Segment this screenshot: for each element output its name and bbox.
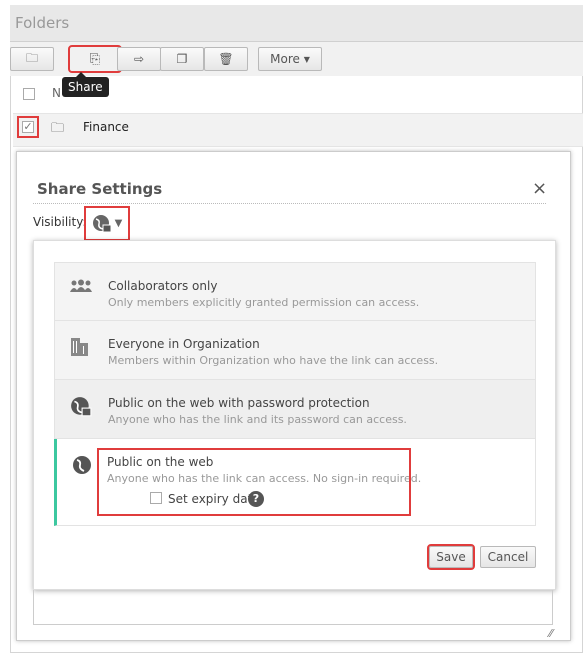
save-button[interactable]: Save bbox=[427, 544, 475, 570]
select-all-checkbox[interactable] bbox=[23, 88, 35, 100]
option-collaborators-only[interactable]: Collaborators only Only members explicitl… bbox=[54, 262, 536, 321]
cancel-button[interactable]: Cancel bbox=[480, 546, 536, 568]
name-column-header[interactable]: N bbox=[52, 86, 61, 100]
move-button[interactable]: ⇨ bbox=[117, 47, 161, 71]
users-icon bbox=[70, 279, 92, 292]
building-icon bbox=[71, 338, 88, 356]
copy-button[interactable]: ❐ bbox=[160, 47, 204, 71]
more-button[interactable]: More ▼ bbox=[258, 47, 322, 71]
dialog-title: Share Settings bbox=[37, 180, 163, 198]
trash-icon: 🗑 bbox=[218, 52, 234, 66]
share-button[interactable]: ⎘ bbox=[68, 45, 122, 73]
panel-title: Folders bbox=[10, 5, 583, 42]
copy-icon: ❐ bbox=[176, 52, 188, 66]
divider bbox=[33, 203, 546, 204]
caret-down-icon: ▼ bbox=[303, 54, 310, 64]
resize-handle-icon[interactable]: ⁄⁄ bbox=[549, 627, 553, 640]
option-everyone-in-organization[interactable]: Everyone in Organization Members within O… bbox=[54, 321, 536, 380]
message-textarea[interactable] bbox=[33, 590, 553, 625]
globe-icon bbox=[73, 456, 91, 474]
delete-button[interactable]: 🗑 bbox=[204, 47, 248, 71]
move-icon: ⇨ bbox=[133, 52, 145, 66]
folder-icon: 🗀 bbox=[51, 121, 65, 136]
visibility-label: Visibility: bbox=[33, 215, 87, 229]
share-tooltip: Share bbox=[62, 72, 109, 97]
close-icon[interactable]: × bbox=[532, 178, 547, 199]
row-checkbox[interactable]: ✓ bbox=[17, 116, 39, 138]
check-icon: ✓ bbox=[22, 120, 34, 133]
share-icon: ⎘ bbox=[89, 51, 101, 67]
visibility-dropdown[interactable]: ▼ bbox=[84, 206, 130, 241]
globe-lock-icon bbox=[71, 397, 92, 417]
new-folder-button[interactable]: 🗀 bbox=[10, 47, 54, 71]
help-icon[interactable]: ? bbox=[248, 491, 264, 507]
expiry-label: Set expiry date bbox=[168, 492, 260, 506]
folder-add-icon: 🗀 bbox=[25, 50, 38, 65]
folder-name[interactable]: Finance bbox=[83, 120, 129, 134]
caret-down-icon: ▼ bbox=[114, 218, 123, 229]
globe-lock-icon bbox=[92, 214, 112, 232]
option-public-with-password[interactable]: Public on the web with password protecti… bbox=[54, 380, 536, 439]
expiry-checkbox[interactable] bbox=[150, 492, 162, 504]
